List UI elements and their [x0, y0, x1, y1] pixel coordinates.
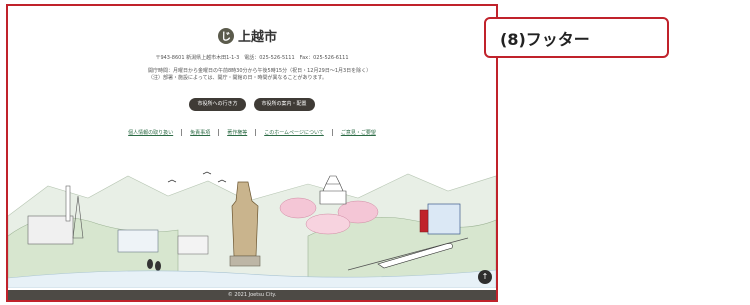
footer-links: 個人情報の取り扱い 免責事項 著作権等 このホームページについて ご意見・ご要望	[8, 129, 496, 136]
section-callout: (8)フッター	[484, 17, 669, 58]
floor-guide-button[interactable]: 市役所の案内・配置	[253, 98, 315, 111]
footer-buttons: 市役所への行き方 市役所の案内・配置	[8, 98, 496, 111]
hours-text: 開庁時間：月曜日から金曜日の午前8時30分から午後5時15分（祝日・12月29日…	[148, 68, 372, 74]
opening-hours: 開庁時間：月曜日から金曜日の午前8時30分から午後5時15分（祝日・12月29日…	[148, 68, 378, 82]
copyright-bar: © 2021 Joetsu City.	[8, 290, 496, 300]
city-name: 上越市	[238, 30, 278, 45]
footer-frame: じ 上越市 〒943-8601 新潟県上越市木田1-1-3 電話：025-526…	[6, 4, 498, 302]
site-footer: じ 上越市 〒943-8601 新潟県上越市木田1-1-3 電話：025-526…	[8, 6, 496, 300]
castle-icon	[319, 175, 347, 205]
back-to-top-button[interactable]: ↑	[478, 270, 492, 284]
city-landscape-illustration	[8, 171, 496, 288]
warrior-statue	[231, 181, 259, 257]
hours-note: （注）部署・施設によっては、開庁・開館の日・時間が異なることがあります。	[148, 75, 328, 81]
bird-icon	[202, 171, 212, 175]
penguin-icon	[155, 261, 161, 271]
penguin-icon	[147, 259, 153, 269]
disclaimer-link[interactable]: 免責事項	[190, 129, 210, 136]
about-site-link[interactable]: このホームページについて	[264, 129, 324, 136]
town-building	[177, 235, 209, 255]
city-logo-mark-icon: じ	[218, 27, 234, 44]
link-divider	[331, 129, 333, 136]
access-button[interactable]: 市役所への行き方	[189, 98, 246, 111]
link-divider	[218, 129, 220, 136]
copyright-link[interactable]: 著作権等	[227, 129, 247, 136]
town-building	[117, 229, 159, 253]
office-building	[427, 203, 461, 235]
callout-label: (8)フッター	[500, 29, 590, 49]
city-logo[interactable]: じ 上越市	[218, 26, 277, 45]
bird-icon	[167, 179, 177, 183]
statue-pedestal	[229, 255, 261, 267]
link-divider	[181, 129, 183, 136]
office-building	[419, 209, 429, 233]
cherry-blossom-tree	[279, 197, 317, 219]
cherry-blossom-tree	[305, 213, 351, 235]
link-divider	[255, 129, 257, 136]
bird-icon	[217, 179, 227, 183]
smokestack	[65, 185, 71, 222]
address-line: 〒943-8601 新潟県上越市木田1-1-3 電話：025-526-5111 …	[155, 55, 349, 61]
feedback-link[interactable]: ご意見・ご要望	[341, 129, 376, 136]
privacy-link[interactable]: 個人情報の取り扱い	[128, 129, 173, 136]
